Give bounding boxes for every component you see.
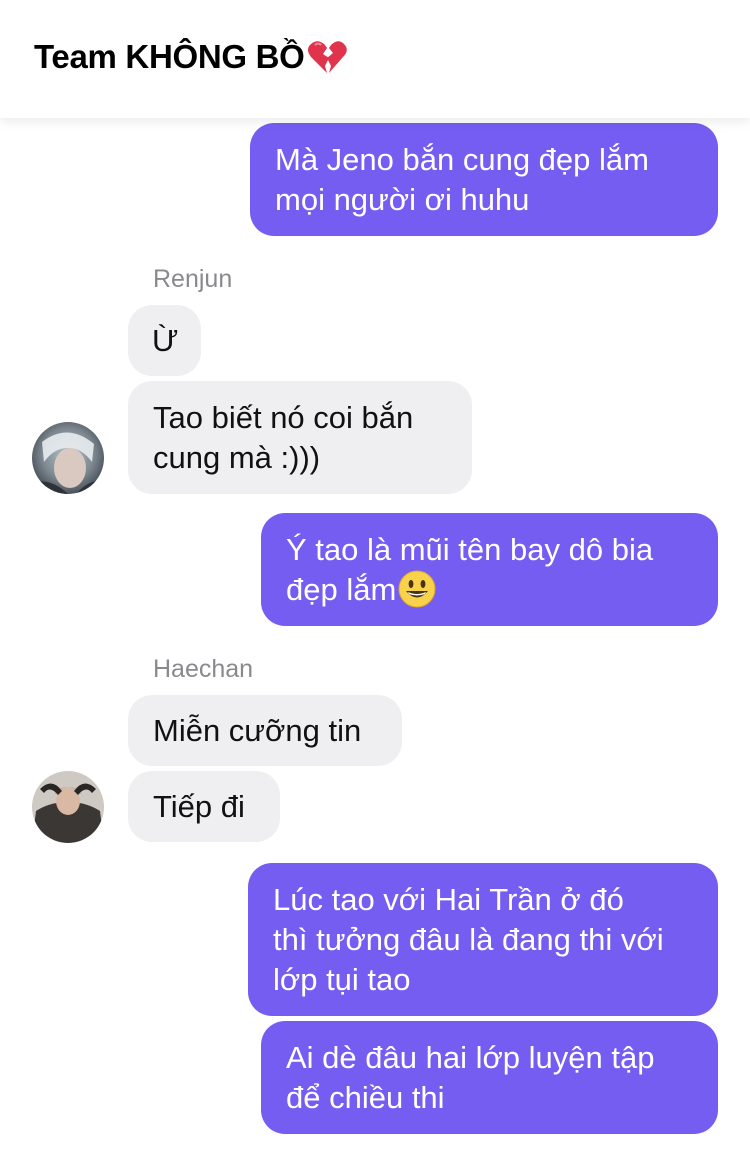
chat-header: Team KHÔNG BỒ	[0, 0, 750, 118]
message-text: Ai dè đâu hai lớp luyện tập để chiều thi	[286, 1040, 655, 1115]
outgoing-message-bubble[interactable]: Lúc tao với Hai Trần ở đó thì tưởng đâu …	[248, 863, 718, 1016]
message-text: Miễn cưỡng tin	[153, 713, 362, 748]
outgoing-message-bubble[interactable]: Ai dè đâu hai lớp luyện tập để chiều thi	[261, 1021, 718, 1134]
incoming-message-bubble[interactable]: Tiếp đi	[128, 771, 280, 842]
sender-name: Haechan	[153, 655, 254, 683]
incoming-message-bubble[interactable]: Miễn cưỡng tin	[128, 695, 402, 766]
outgoing-message-bubble[interactable]: Mà Jeno bắn cung đẹp lắm mọi người ơi hu…	[250, 123, 718, 236]
incoming-message-bubble[interactable]: Tao biết nó coi bắn cung mà :)))	[128, 381, 472, 494]
message-text: Tiếp đi	[153, 789, 245, 824]
sender-name: Renjun	[153, 265, 233, 293]
conversation-title[interactable]: Team KHÔNG BỒ	[34, 38, 347, 76]
incoming-message-bubble[interactable]: Ừ	[128, 305, 201, 376]
grinning-face-icon	[398, 570, 436, 608]
avatar-renjun[interactable]	[32, 422, 104, 494]
message-text: Ý tao là mũi tên bay dô bia đẹp lắm	[286, 532, 654, 608]
message-text: Lúc tao với Hai Trần ở đó thì tưởng đâu …	[273, 882, 664, 997]
chat-thread: Mà Jeno bắn cung đẹp lắm mọi người ơi hu…	[0, 0, 750, 1156]
message-text: Mà Jeno bắn cung đẹp lắm mọi người ơi hu…	[275, 142, 649, 217]
message-text: Ừ	[152, 323, 179, 358]
outgoing-message-bubble[interactable]: Ý tao là mũi tên bay dô bia đẹp lắm	[261, 513, 718, 626]
conversation-title-text: Team KHÔNG BỒ	[34, 38, 305, 75]
avatar-haechan[interactable]	[32, 771, 104, 843]
message-text: Tao biết nó coi bắn cung mà :)))	[153, 400, 414, 475]
broken-heart-icon	[307, 41, 347, 73]
